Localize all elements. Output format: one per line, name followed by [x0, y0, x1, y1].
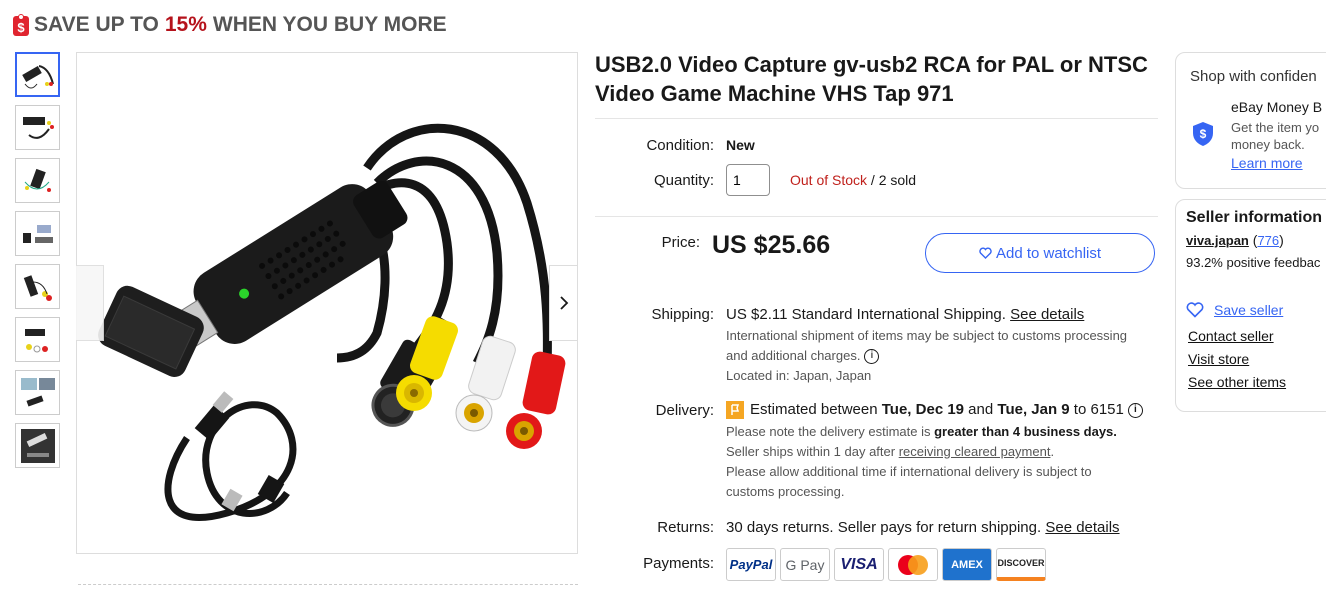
returns-see-details-link[interactable]: See details — [1045, 519, 1119, 536]
money-back-desc: Get the item yo money back. — [1231, 120, 1320, 152]
paypal-icon: PayPal — [726, 548, 776, 581]
condition-value: New — [726, 137, 755, 153]
usb-capture-device-illustration — [98, 123, 566, 521]
feedback-count-link[interactable]: 776 — [1257, 233, 1279, 248]
promo-percent: 15% — [164, 13, 207, 36]
delivery-value: Estimated between Tue, Dec 19 and Tue, J… — [726, 401, 1156, 420]
quantity-input[interactable] — [726, 164, 770, 196]
thumbnail-4[interactable] — [15, 211, 60, 256]
price-value: US $25.66 — [712, 231, 831, 259]
watchlist-label: Add to watchlist — [995, 244, 1102, 262]
divider — [78, 584, 578, 585]
item-location: Located in: Japan, Japan — [726, 368, 872, 383]
returns-label: Returns: — [657, 519, 714, 536]
thumbnail-3[interactable] — [15, 158, 60, 203]
shipping-value: US $2.11 Standard International Shipping… — [726, 306, 1085, 323]
contact-seller-link[interactable]: Contact seller — [1188, 328, 1274, 344]
image-next-button[interactable] — [549, 265, 577, 341]
thumbnail-8[interactable] — [15, 423, 60, 468]
visa-icon: VISA — [834, 548, 884, 581]
info-icon[interactable]: i — [864, 349, 880, 365]
shop-with-confidence-card: Shop with confiden $ eBay Money B Get th… — [1175, 52, 1326, 189]
discover-icon: DISCOVER — [996, 548, 1046, 581]
add-to-watchlist-button[interactable]: Add to watchlist — [925, 233, 1155, 273]
seller-name-link[interactable]: viva.japan — [1186, 233, 1249, 248]
see-other-items-link[interactable]: See other items — [1188, 374, 1286, 390]
shipping-note: International shipment of items may be s… — [726, 326, 1156, 386]
image-prev-button[interactable] — [76, 265, 104, 341]
seller-name-row: viva.japan (776) — [1186, 232, 1284, 248]
mastercard-icon — [888, 548, 938, 581]
payments-label: Payments: — [643, 555, 714, 572]
seller-information-card: Seller information viva.japan (776) 93.2… — [1175, 199, 1326, 412]
svg-text:$: $ — [17, 20, 25, 35]
thumbnail-1[interactable] — [15, 52, 60, 97]
google-pay-icon: G Pay — [780, 548, 830, 581]
svg-text:$: $ — [1200, 127, 1207, 141]
promo-text: SAVE UP TO — [34, 13, 159, 36]
condition-label: Condition: — [646, 137, 714, 154]
thumbnail-2[interactable] — [15, 105, 60, 150]
visit-store-link[interactable]: Visit store — [1188, 351, 1249, 367]
thumbnail-6[interactable] — [15, 317, 60, 362]
chevron-right-icon — [559, 296, 568, 310]
shield-icon: $ — [1193, 122, 1213, 146]
amex-icon: AMEX — [942, 548, 992, 581]
delivery-notes: Please note the delivery estimate is gre… — [726, 424, 1117, 499]
divider — [595, 118, 1158, 119]
seller-feedback: 93.2% positive feedbac — [1186, 255, 1321, 270]
promo-banner: $ SAVE UP TO 15% WHEN YOU BUY MORE — [12, 11, 447, 39]
delivery-label: Delivery: — [655, 402, 714, 419]
learn-more-link[interactable]: Learn more — [1231, 155, 1303, 171]
thumbnail-5[interactable] — [15, 264, 60, 309]
save-seller-button[interactable]: Save seller — [1186, 302, 1283, 318]
stock-status: Out of Stock / 2 sold — [790, 172, 917, 188]
page-title: USB2.0 Video Capture gv-usb2 RCA for PAL… — [595, 52, 1148, 106]
payment-methods: PayPal G Pay VISA AMEX DISCOVER — [726, 548, 1046, 581]
thumbnail-7[interactable] — [15, 370, 60, 415]
cleared-payment-link[interactable]: receiving cleared payment — [899, 444, 1051, 459]
heart-icon — [1186, 302, 1204, 318]
money-back-title: eBay Money B — [1231, 99, 1323, 115]
quantity-label: Quantity: — [653, 172, 714, 189]
returns-value: 30 days returns. Seller pays for return … — [726, 519, 1120, 536]
flag-icon — [726, 401, 744, 420]
heart-icon — [979, 247, 992, 259]
price-tag-icon: $ — [13, 14, 29, 36]
thumbnail-strip — [15, 52, 61, 476]
shipping-label: Shipping: — [651, 306, 714, 323]
shop-confidence-title: Shop with confiden — [1190, 68, 1317, 85]
divider — [595, 216, 1158, 217]
shipping-see-details-link[interactable]: See details — [1010, 306, 1084, 323]
main-product-image[interactable] — [76, 52, 578, 554]
seller-info-title: Seller information — [1186, 209, 1323, 226]
promo-text-end: WHEN YOU BUY MORE — [212, 13, 447, 36]
info-icon[interactable]: i — [1127, 402, 1143, 418]
price-label: Price: — [661, 234, 700, 251]
